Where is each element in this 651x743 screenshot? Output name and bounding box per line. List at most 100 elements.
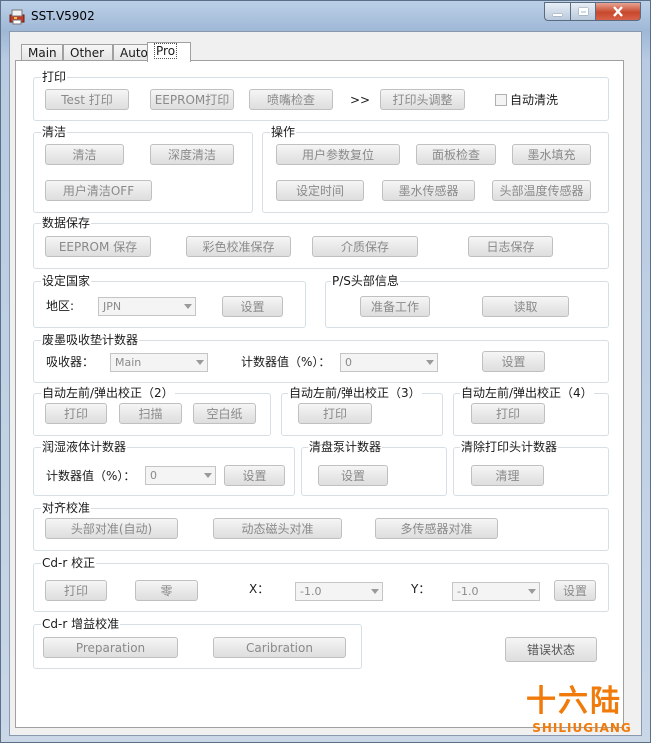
tab-other-label: Other [70, 46, 105, 60]
cdr-zero-button[interactable]: 零 [135, 580, 198, 601]
arrows-label: >> [350, 93, 371, 107]
error-status-button[interactable]: 错误状态 [505, 637, 597, 662]
auto-align-2-group-label: 自动左前/弹出校正（2） [41, 386, 175, 400]
cdr-x-select-value: -1.0 [300, 585, 322, 598]
clear-head-button[interactable]: 清理 [471, 465, 544, 486]
ps-head-group-label: P/S头部信息 [331, 274, 400, 288]
auto-align-3-group-label: 自动左前/弹出校正（3） [288, 386, 422, 400]
alignment-group-label: 对齐校准 [41, 501, 92, 515]
maximize-icon [578, 8, 588, 15]
chevron-down-icon [204, 473, 212, 478]
set-time-button[interactable]: 设定时间 [276, 180, 364, 201]
head-temp-sensor-button[interactable]: 头部温度传感器 [492, 180, 591, 201]
wet-counter-group-label: 润湿液体计数器 [41, 440, 128, 454]
waste-counter-select-value: 0 [345, 356, 352, 369]
waste-counter-value-label: 计数器值（%）： [241, 355, 331, 369]
calibration-button[interactable]: Caribration [213, 637, 346, 658]
cdr-group-label: Cd-r 校正 [41, 556, 97, 570]
print-group-label: 打印 [41, 70, 68, 84]
title-bar[interactable]: SST.V5902 [1, 1, 650, 31]
ink-sensor-button[interactable]: 墨水传感器 [382, 180, 475, 201]
tab-pro[interactable]: Pro [147, 42, 191, 62]
country-set-button[interactable]: 设置 [222, 296, 283, 317]
clean-button[interactable]: 清洁 [45, 144, 124, 165]
color-save-button[interactable]: 彩色校准保存 [186, 236, 291, 257]
tab-auto[interactable]: Auto [113, 44, 149, 61]
wet-counter-value-label: 计数器值（%）： [46, 469, 136, 483]
data-save-group-label: 数据保存 [41, 216, 92, 230]
tab-auto-label: Auto [120, 46, 148, 60]
blank-paper-button[interactable]: 空白纸 [193, 403, 256, 424]
cdr-print-button[interactable]: 打印 [45, 580, 107, 601]
cdr-y-label: Y： [411, 582, 431, 596]
wet-counter-set-button[interactable]: 设置 [224, 465, 285, 486]
scan-button[interactable]: 扫描 [119, 403, 182, 424]
test-print-button[interactable]: Test 打印 [45, 89, 129, 110]
pump-counter-set-button[interactable]: 设置 [318, 465, 388, 486]
absorber-label: 吸收器： [46, 355, 95, 369]
deep-clean-button[interactable]: 深度清洁 [150, 144, 234, 165]
ink-fill-button[interactable]: 墨水填充 [512, 144, 591, 165]
log-save-button[interactable]: 日志保存 [468, 236, 553, 257]
cdr-x-label: X： [249, 582, 270, 596]
waste-counter-set-button[interactable]: 设置 [482, 351, 545, 372]
wet-counter-select[interactable]: 0 [145, 466, 216, 485]
head-adjust-button[interactable]: 打印头调整 [380, 89, 465, 110]
read-button[interactable]: 读取 [482, 296, 569, 317]
auto-align-4-group-label: 自动左前/弹出校正（4） [460, 386, 594, 400]
clean-group-label: 清洁 [41, 125, 68, 139]
absorber-select[interactable]: Main [110, 353, 208, 372]
pump-counter-group-label: 清盘泵计数器 [308, 440, 383, 454]
region-label: 地区: [46, 299, 75, 313]
cdr-y-select[interactable]: -1.0 [452, 582, 540, 601]
media-save-button[interactable]: 介质保存 [312, 236, 418, 257]
prepare-button[interactable]: 准备工作 [360, 296, 430, 317]
nozzle-check-button[interactable]: 喷嘴检查 [249, 89, 333, 110]
close-icon [613, 6, 623, 17]
cdr-gain-group-label: Cd-r 增益校准 [41, 617, 121, 631]
waste-counter-group-label: 废墨吸收垫计数器 [41, 333, 140, 347]
watermark-logo: 十六陆 SHILIUGIANG [520, 683, 645, 741]
wet-counter-select-value: 0 [150, 469, 157, 482]
auto-align-2-print-button[interactable]: 打印 [45, 403, 107, 424]
minimize-icon [553, 13, 562, 16]
absorber-select-value: Main [115, 356, 142, 369]
param-reset-button[interactable]: 用户参数复位 [276, 144, 400, 165]
eeprom-print-button[interactable]: EEPROM打印 [150, 89, 234, 110]
dynamic-head-align-button[interactable]: 动态磁头对准 [213, 518, 342, 539]
auto-align-4-print-button[interactable]: 打印 [471, 403, 545, 424]
printer-app-icon [9, 9, 25, 25]
panel-check-button[interactable]: 面板检查 [416, 144, 496, 165]
region-select-value: JPN [103, 300, 122, 313]
minimize-button[interactable] [544, 2, 571, 21]
user-clean-off-button[interactable]: 用户清洁OFF [45, 180, 152, 201]
waste-counter-select[interactable]: 0 [340, 353, 438, 372]
eeprom-save-button[interactable]: EEPROM 保存 [45, 236, 151, 257]
cdr-x-select[interactable]: -1.0 [295, 582, 383, 601]
auto-align-3-print-button[interactable]: 打印 [298, 403, 372, 424]
close-button[interactable] [595, 2, 641, 21]
cdr-y-select-value: -1.0 [457, 585, 479, 598]
tab-main-label: Main [28, 46, 57, 60]
watermark-title: 十六陆 [526, 684, 622, 719]
country-group-label: 设定国家 [41, 274, 92, 288]
multi-sensor-align-button[interactable]: 多传感器对准 [375, 518, 498, 539]
maximize-button[interactable] [570, 2, 596, 21]
region-select[interactable]: JPN [98, 297, 196, 316]
chevron-down-icon [426, 360, 434, 365]
operation-group-label: 操作 [270, 125, 297, 139]
clear-head-group-label: 清除打印头计数器 [460, 440, 559, 454]
auto-clean-label: 自动清洗 [510, 93, 559, 107]
tab-main[interactable]: Main [21, 44, 63, 61]
chevron-down-icon [184, 304, 192, 309]
auto-clean-checkbox[interactable] [495, 94, 507, 106]
chevron-down-icon [371, 589, 379, 594]
preparation-button[interactable]: Preparation [43, 637, 178, 658]
tab-pro-label: Pro [154, 43, 178, 59]
chevron-down-icon [196, 360, 204, 365]
tab-other[interactable]: Other [63, 44, 113, 61]
cdr-set-button[interactable]: 设置 [554, 580, 596, 601]
window-title: SST.V5902 [31, 9, 95, 23]
head-auto-align-button[interactable]: 头部对准(自动) [45, 518, 178, 539]
chevron-down-icon [528, 589, 536, 594]
